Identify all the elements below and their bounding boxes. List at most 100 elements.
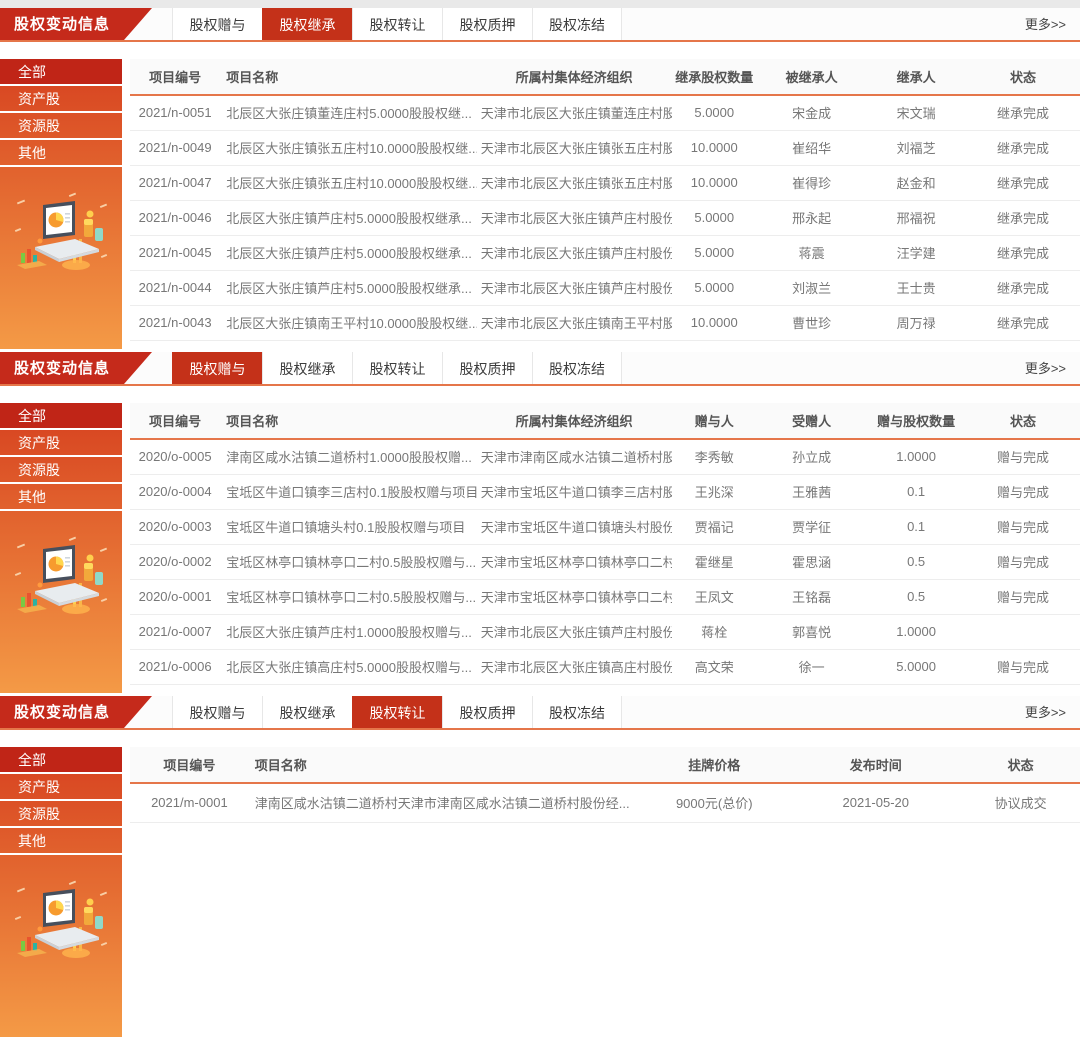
sidebar-filter-item[interactable]: 资源股: [0, 801, 122, 828]
sidebar-filter-item[interactable]: 全部: [0, 747, 122, 774]
table-cell: 王兆深: [672, 474, 758, 509]
equity-tab[interactable]: 股权转让: [352, 8, 442, 40]
table-cell: 天津市宝坻区牛道口镇李三店村股...: [477, 474, 672, 509]
sidebar-filter-item[interactable]: 其他: [0, 484, 122, 511]
table-row[interactable]: 2021/n-0049 北辰区大张庄镇张五庄村10.0000股股权继... 天津…: [130, 130, 1080, 165]
sidebar-filter-item[interactable]: 资产股: [0, 774, 122, 801]
sidebar-filter-item[interactable]: 全部: [0, 403, 122, 430]
table-cell: 继承完成: [966, 305, 1080, 340]
table-head: 项目编号 项目名称 所属村集体经济组织 继承股权数量 被继承人: [130, 59, 1080, 95]
table-cell: 天津市宝坻区牛道口镇塘头村股份...: [477, 509, 672, 544]
table-row[interactable]: 2021/n-0051 北辰区大张庄镇董连庄村5.0000股股权继... 天津市…: [130, 95, 1080, 130]
page-top-strip: [0, 0, 1080, 8]
sidebar-filter-list: 全部 资产股 资源股 其他: [0, 403, 122, 511]
equity-tab[interactable]: 股权转让: [352, 352, 442, 384]
section-banner: 股权变动信息: [0, 8, 152, 40]
table-body: 2020/o-0005 津南区咸水沽镇二道桥村1.0000股股权赠... 天津市…: [130, 439, 1080, 684]
analytics-illustration-icon: [13, 191, 109, 284]
column-header: 状态: [961, 747, 1080, 783]
table-row[interactable]: 2021/m-0001 津南区咸水沽镇二道桥村天津市津南区咸水沽镇二道桥村股份经…: [130, 783, 1080, 822]
column-header: 挂牌价格: [638, 747, 790, 783]
table-cell: 宝坻区牛道口镇塘头村0.1股股权赠与项目: [220, 509, 477, 544]
table-cell: 天津市北辰区大张庄镇董连庄村股...: [477, 95, 672, 130]
table-cell: 继承完成: [966, 165, 1080, 200]
table-cell: 10.0000: [672, 305, 758, 340]
equity-tab[interactable]: 股权质押: [442, 352, 532, 384]
table-row[interactable]: 2021/n-0047 北辰区大张庄镇张五庄村10.0000股股权继... 天津…: [130, 165, 1080, 200]
table-cell: 5.0000: [672, 95, 758, 130]
sidebar-filter-item[interactable]: 其他: [0, 828, 122, 855]
equity-change-section: 股权变动信息 股权赠与 股权继承 股权转让 股权质押 股权冻结 更多>>: [0, 352, 1080, 693]
more-link[interactable]: 更多>>: [1025, 352, 1080, 384]
equity-tab[interactable]: 股权继承: [262, 696, 352, 728]
table-cell: 5.0000: [672, 200, 758, 235]
table-cell: 1.0000: [866, 614, 966, 649]
table-row[interactable]: 2021/o-0006 北辰区大张庄镇高庄村5.0000股股权赠与... 天津市…: [130, 649, 1080, 684]
table-cell: 郭喜悦: [757, 614, 866, 649]
table-cell: 赠与完成: [966, 544, 1080, 579]
table-row[interactable]: 2020/o-0004 宝坻区牛道口镇李三店村0.1股股权赠与项目 天津市宝坻区…: [130, 474, 1080, 509]
equity-tab[interactable]: 股权赠与: [172, 352, 262, 384]
table-cell: 继承完成: [966, 200, 1080, 235]
table-cell: 2021/n-0045: [130, 235, 220, 270]
table-cell: 徐一: [757, 649, 866, 684]
table-row[interactable]: 2021/n-0043 北辰区大张庄镇南王平村10.0000股股权继... 天津…: [130, 305, 1080, 340]
table-cell: 蒋震: [757, 235, 866, 270]
table-cell: 贾福记: [672, 509, 758, 544]
table-row[interactable]: 2021/n-0045 北辰区大张庄镇芦庄村5.0000股股权继承... 天津市…: [130, 235, 1080, 270]
tab-bar: 股权赠与 股权继承 股权转让 股权质押 股权冻结: [172, 352, 622, 384]
table-cell: 北辰区大张庄镇高庄村5.0000股股权赠与...: [220, 649, 477, 684]
equity-change-section: 股权变动信息 股权赠与 股权继承 股权转让 股权质押 股权冻结 更多>>: [0, 8, 1080, 349]
table-row[interactable]: 2020/o-0003 宝坻区牛道口镇塘头村0.1股股权赠与项目 天津市宝坻区牛…: [130, 509, 1080, 544]
category-sidebar: 全部 资产股 资源股 其他: [0, 59, 122, 349]
table-cell: 5.0000: [672, 270, 758, 305]
sidebar-filter-item[interactable]: 资源股: [0, 457, 122, 484]
sidebar-filter-item[interactable]: 资产股: [0, 430, 122, 457]
equity-tab[interactable]: 股权赠与: [172, 8, 262, 40]
sidebar-filter-item[interactable]: 资源股: [0, 113, 122, 140]
sidebar-filter-item[interactable]: 其他: [0, 140, 122, 167]
table-head: 项目编号 项目名称 所属村集体经济组织 赠与人 受赠人: [130, 403, 1080, 439]
equity-tab[interactable]: 股权继承: [262, 352, 352, 384]
table-row[interactable]: 2021/n-0046 北辰区大张庄镇芦庄村5.0000股股权继承... 天津市…: [130, 200, 1080, 235]
table-cell: 北辰区大张庄镇芦庄村5.0000股股权继承...: [220, 270, 477, 305]
section-banner: 股权变动信息: [0, 696, 152, 728]
table-cell: 霍继星: [672, 544, 758, 579]
table-row[interactable]: 2020/o-0005 津南区咸水沽镇二道桥村1.0000股股权赠... 天津市…: [130, 439, 1080, 474]
table-row[interactable]: 2020/o-0002 宝坻区林亭口镇林亭口二村0.5股股权赠与... 天津市宝…: [130, 544, 1080, 579]
table-header-row: 项目编号 项目名称 所属村集体经济组织 赠与人 受赠人: [130, 403, 1080, 439]
equity-tab[interactable]: 股权冻结: [532, 8, 622, 40]
tab-bar: 股权赠与 股权继承 股权转让 股权质押 股权冻结: [172, 696, 622, 728]
column-header: 赠与人: [672, 403, 758, 439]
table-row[interactable]: 2020/o-0001 宝坻区林亭口镇林亭口二村0.5股股权赠与... 天津市宝…: [130, 579, 1080, 614]
table-row[interactable]: 2021/o-0007 北辰区大张庄镇芦庄村1.0000股股权赠与... 天津市…: [130, 614, 1080, 649]
more-link[interactable]: 更多>>: [1025, 8, 1080, 40]
table-cell: 周万禄: [866, 305, 966, 340]
table-cell: 赠与完成: [966, 474, 1080, 509]
equity-tab[interactable]: 股权冻结: [532, 352, 622, 384]
equity-tab[interactable]: 股权转让: [352, 696, 442, 728]
section-header-bar: 股权变动信息 股权赠与 股权继承 股权转让 股权质押 股权冻结 更多>>: [0, 352, 1080, 386]
table-cell: 赵金和: [866, 165, 966, 200]
equity-tab[interactable]: 股权质押: [442, 8, 532, 40]
table-header-row: 项目编号 项目名称 所属村集体经济组织 继承股权数量 被继承人: [130, 59, 1080, 95]
sidebar-filter-item[interactable]: 资产股: [0, 86, 122, 113]
table-cell: 高文荣: [672, 649, 758, 684]
table-cell: 2020/o-0004: [130, 474, 220, 509]
category-sidebar: 全部 资产股 资源股 其他: [0, 403, 122, 693]
records-table: 项目编号 项目名称 挂牌价格 发布时间 状态: [130, 747, 1080, 823]
table-row[interactable]: 2021/n-0044 北辰区大张庄镇芦庄村5.0000股股权继承... 天津市…: [130, 270, 1080, 305]
table-cell: 0.1: [866, 474, 966, 509]
more-link[interactable]: 更多>>: [1025, 696, 1080, 728]
equity-tab[interactable]: 股权冻结: [532, 696, 622, 728]
equity-tab[interactable]: 股权继承: [262, 8, 352, 40]
equity-tab[interactable]: 股权赠与: [172, 696, 262, 728]
analytics-illustration-icon: [13, 535, 109, 628]
equity-change-page: 股权变动信息 股权赠与 股权继承 股权转让 股权质押 股权冻结 更多>>: [0, 8, 1080, 1037]
sidebar-filter-item[interactable]: 全部: [0, 59, 122, 86]
table-cell: 北辰区大张庄镇张五庄村10.0000股股权继...: [220, 130, 477, 165]
table-cell: 2021/n-0047: [130, 165, 220, 200]
equity-tab[interactable]: 股权质押: [442, 696, 532, 728]
category-sidebar: 全部 资产股 资源股 其他: [0, 747, 122, 1037]
table-cell: 10.0000: [672, 165, 758, 200]
